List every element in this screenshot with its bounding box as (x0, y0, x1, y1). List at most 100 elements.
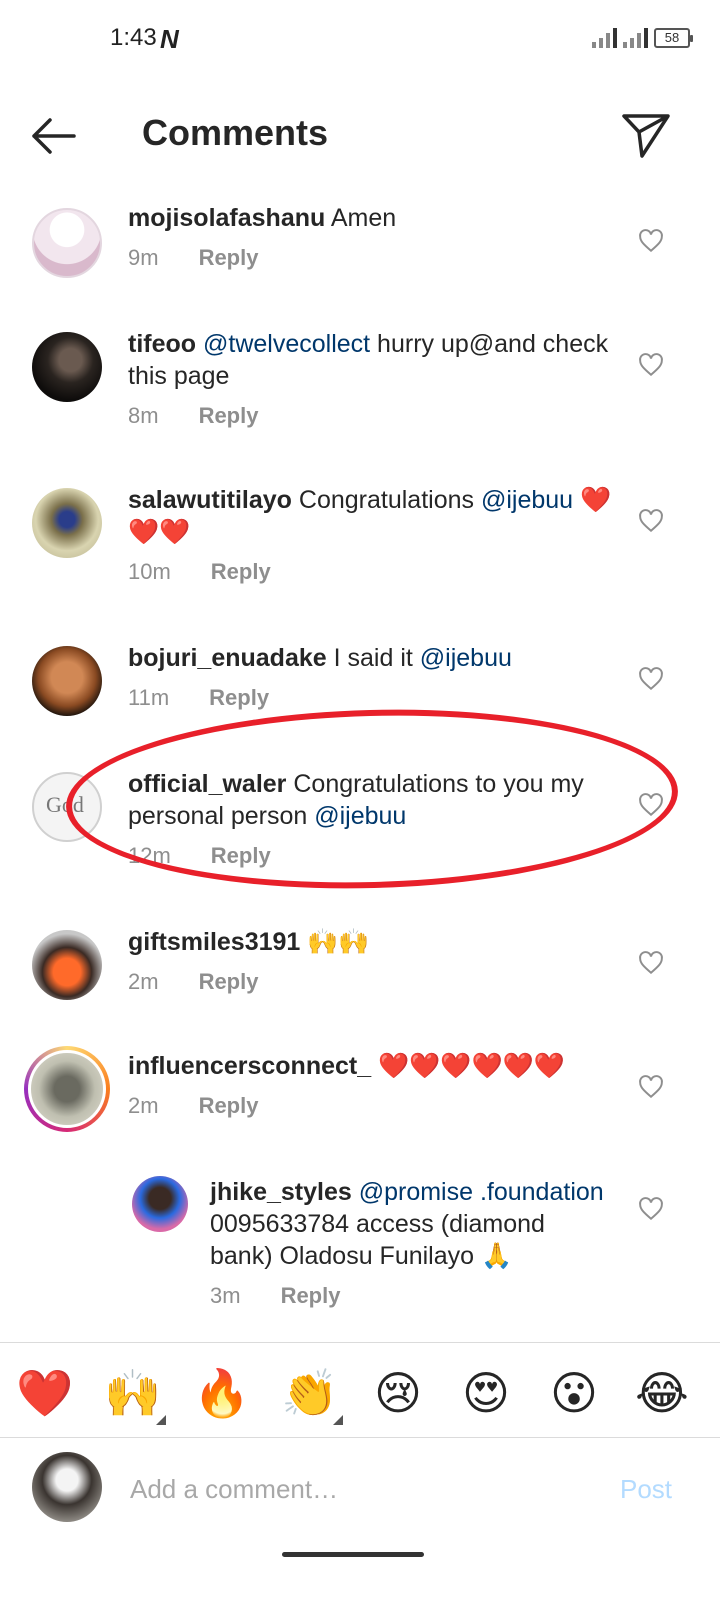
like-button[interactable] (638, 950, 664, 976)
comment-body: bojuri_enuadake I said it @ijebuu 11m Re… (128, 642, 618, 714)
comment-meta: 11m Reply (128, 682, 618, 714)
comment-composer: Post (0, 1440, 720, 1550)
page-title: Comments (142, 112, 329, 153)
comment-text: Amen (330, 204, 397, 232)
comment-input[interactable] (130, 1466, 590, 1512)
comment-body: official_waler Congratulations to you my… (128, 768, 618, 872)
home-indicator[interactable] (282, 1552, 424, 1557)
battery-icon: 58 (654, 28, 693, 48)
like-button[interactable] (638, 228, 664, 254)
comment-meta: 2m Reply (128, 1090, 618, 1122)
emoji-raised-hands-button[interactable]: 🙌 (104, 1365, 166, 1425)
status-indicators: 58 (592, 26, 693, 48)
avatar[interactable] (32, 332, 102, 402)
paper-plane-icon (622, 114, 670, 158)
comment-meta: 8m Reply (128, 400, 618, 432)
comment-meta: 2m Reply (128, 966, 618, 998)
heart-icon (639, 667, 663, 691)
comment-time: 2m (128, 969, 159, 994)
avatar[interactable]: God (32, 772, 102, 842)
emoji-fire-button[interactable]: 🔥 (193, 1365, 250, 1421)
comments-list: mojisolafashanu Amen 9m Reply tifeoo @tw… (0, 180, 720, 1340)
reply-button[interactable]: Reply (209, 682, 269, 714)
status-bar: 1:43 N 58 (0, 0, 720, 80)
comment-time: 3m (210, 1283, 241, 1308)
comment-text: ❤️❤️❤️❤️❤️❤️ (378, 1052, 565, 1080)
comment-time: 11m (128, 685, 170, 710)
comment-username[interactable]: jhike_styles (210, 1178, 352, 1206)
comment-body: tifeoo @twelvecollect hurry up@and check… (128, 328, 618, 432)
like-button[interactable] (638, 1196, 664, 1222)
comment-username[interactable]: influencersconnect_ (128, 1052, 371, 1080)
share-button[interactable] (620, 108, 672, 160)
emoji-heart-eyes-button[interactable]: 😍 (458, 1365, 514, 1421)
comment-username[interactable]: mojisolafashanu (128, 204, 325, 232)
heart-icon (639, 353, 663, 377)
back-button[interactable] (28, 110, 80, 162)
emoji-clap-button[interactable]: 👏 (281, 1365, 343, 1425)
comment-body: salawutitilayo Congratulations @ijebuu ❤… (128, 484, 618, 588)
like-button[interactable] (638, 666, 664, 692)
emoji-clap: 👏 (281, 1366, 339, 1420)
emoji-variant-indicator (333, 1415, 343, 1425)
emoji-heart-button[interactable]: ❤️ (16, 1365, 73, 1421)
comment-text: I said it (333, 644, 420, 672)
heart-icon (639, 1075, 663, 1099)
comment-username[interactable]: giftsmiles3191 (128, 928, 300, 956)
heart-icon (639, 951, 663, 975)
reply-button[interactable]: Reply (199, 242, 259, 274)
comment-meta: 12m Reply (128, 840, 618, 872)
comment-text: 🙌🙌 (307, 928, 370, 956)
reply-button[interactable]: Reply (199, 1090, 259, 1122)
reply-button[interactable]: Reply (211, 840, 271, 872)
reply-button[interactable]: Reply (199, 400, 259, 432)
signal-icon-2 (623, 26, 648, 48)
comment-mention[interactable]: @ijebuu (314, 802, 406, 830)
emoji-crying-button[interactable]: 😢 (370, 1365, 426, 1421)
back-arrow-icon (32, 118, 76, 154)
header: Comments (0, 90, 720, 180)
comment-mention[interactable]: @twelvecollect (203, 330, 370, 358)
comment-body: jhike_styles @promise .foundation 009563… (210, 1176, 610, 1312)
emoji-variant-indicator (156, 1415, 166, 1425)
reply-button[interactable]: Reply (199, 966, 259, 998)
comment-time: 8m (128, 403, 159, 428)
comment-meta: 9m Reply (128, 242, 618, 274)
comment-time: 10m (128, 559, 171, 584)
status-time: 1:43 (110, 24, 157, 51)
emoji-surprised-button[interactable]: 😮 (546, 1365, 602, 1421)
avatar-story-ring[interactable] (24, 1046, 110, 1132)
avatar[interactable] (32, 930, 102, 1000)
comment-username[interactable]: bojuri_enuadake (128, 644, 327, 672)
comment-mention[interactable]: @ijebuu (420, 644, 512, 672)
heart-icon (639, 509, 663, 533)
comment-meta: 3m Reply (210, 1280, 610, 1312)
carrier-icon: N (160, 24, 179, 54)
like-button[interactable] (638, 1074, 664, 1100)
avatar[interactable] (32, 488, 102, 558)
comment-time: 12m (128, 843, 171, 868)
reply-button[interactable]: Reply (211, 556, 271, 588)
heart-icon (639, 229, 663, 253)
reply-button[interactable]: Reply (281, 1280, 341, 1312)
emoji-laughing-button[interactable]: 😂 (634, 1365, 690, 1421)
comment-username[interactable]: salawutitilayo (128, 486, 292, 514)
heart-icon (639, 793, 663, 817)
avatar[interactable] (132, 1176, 188, 1232)
post-button[interactable]: Post (620, 1474, 672, 1505)
comment-username[interactable]: official_waler (128, 770, 286, 798)
avatar (28, 1050, 106, 1128)
comment-body: mojisolafashanu Amen 9m Reply (128, 202, 618, 274)
like-button[interactable] (638, 352, 664, 378)
comment-text: Congratulations (298, 486, 481, 514)
like-button[interactable] (638, 792, 664, 818)
avatar[interactable] (32, 646, 102, 716)
comment-mention[interactable]: @ijebuu (481, 486, 573, 514)
emoji-reaction-bar: ❤️ 🙌 🔥 👏 😢 😍 😮 😂 (0, 1342, 720, 1438)
like-button[interactable] (638, 508, 664, 534)
avatar[interactable] (32, 208, 102, 278)
comment-mention[interactable]: @promise .foundation (359, 1178, 604, 1206)
comment-time: 9m (128, 245, 159, 270)
signal-icon (592, 26, 617, 48)
comment-username[interactable]: tifeoo (128, 330, 196, 358)
